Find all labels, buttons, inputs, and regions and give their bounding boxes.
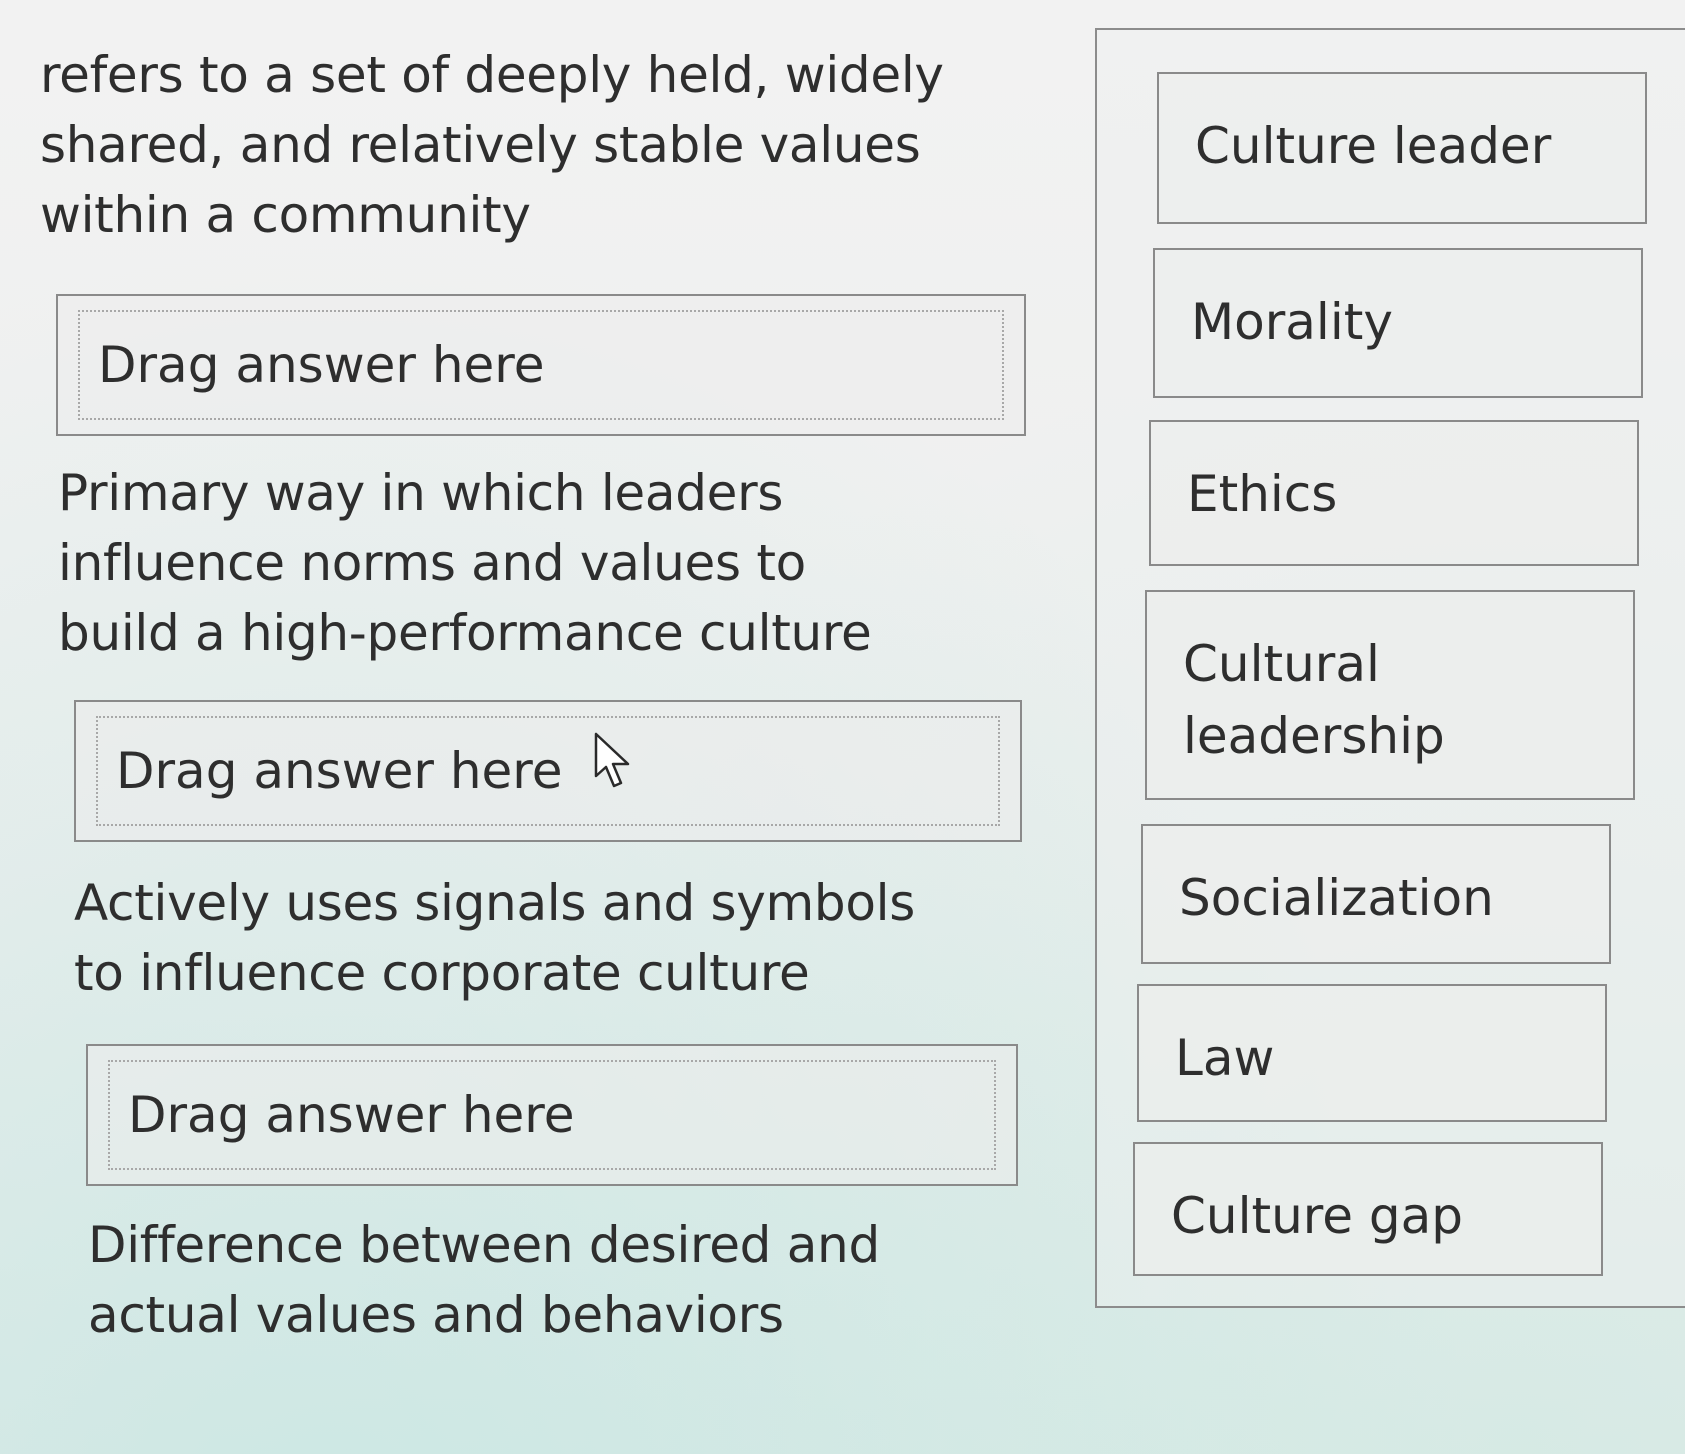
question-2-prompt: Primary way in which leaders influence n… — [58, 464, 872, 662]
answer-culture-leader[interactable]: Culture leader — [1157, 72, 1647, 224]
drop-placeholder-1: Drag answer here — [98, 336, 545, 394]
answer-law[interactable]: Law — [1137, 984, 1607, 1122]
questions-panel: refers to a set of deeply held, widely s… — [40, 40, 1030, 1350]
drop-zone-3-inner: Drag answer here — [108, 1060, 996, 1170]
answer-cultural-leadership[interactable]: Cultural leadership — [1145, 590, 1635, 800]
answer-morality[interactable]: Morality — [1153, 248, 1643, 398]
question-3-prompt: Actively uses signals and symbols to inf… — [74, 874, 916, 1002]
answer-label: Cultural leadership — [1183, 635, 1445, 765]
drop-zone-1-inner: Drag answer here — [78, 310, 1004, 420]
drop-placeholder-2: Drag answer here — [116, 742, 563, 800]
answer-socialization[interactable]: Socialization — [1141, 824, 1611, 964]
question-4-prompt: Difference between desired and actual va… — [88, 1216, 880, 1344]
answer-label: Morality — [1191, 293, 1393, 351]
question-3-drop-zone[interactable]: Drag answer here — [86, 1044, 1018, 1186]
answer-label: Law — [1175, 1029, 1275, 1087]
answer-label: Ethics — [1187, 465, 1338, 523]
drag-drop-matching-page: refers to a set of deeply held, widely s… — [0, 0, 1685, 1454]
answer-label: Socialization — [1179, 869, 1494, 927]
question-1-drop-zone[interactable]: Drag answer here — [56, 294, 1026, 436]
answer-label: Culture gap — [1171, 1187, 1464, 1245]
answer-ethics[interactable]: Ethics — [1149, 420, 1639, 566]
answer-culture-gap[interactable]: Culture gap — [1133, 1142, 1603, 1276]
question-1-prompt: refers to a set of deeply held, widely s… — [40, 46, 944, 244]
drop-placeholder-3: Drag answer here — [128, 1086, 575, 1144]
question-2-drop-zone[interactable]: Drag answer here — [74, 700, 1022, 842]
drop-zone-2-inner: Drag answer here — [96, 716, 1000, 826]
answer-bank: Culture leader Morality Ethics Cultural … — [1095, 28, 1685, 1308]
answer-label: Culture leader — [1195, 117, 1552, 175]
mouse-pointer-icon — [594, 732, 630, 788]
